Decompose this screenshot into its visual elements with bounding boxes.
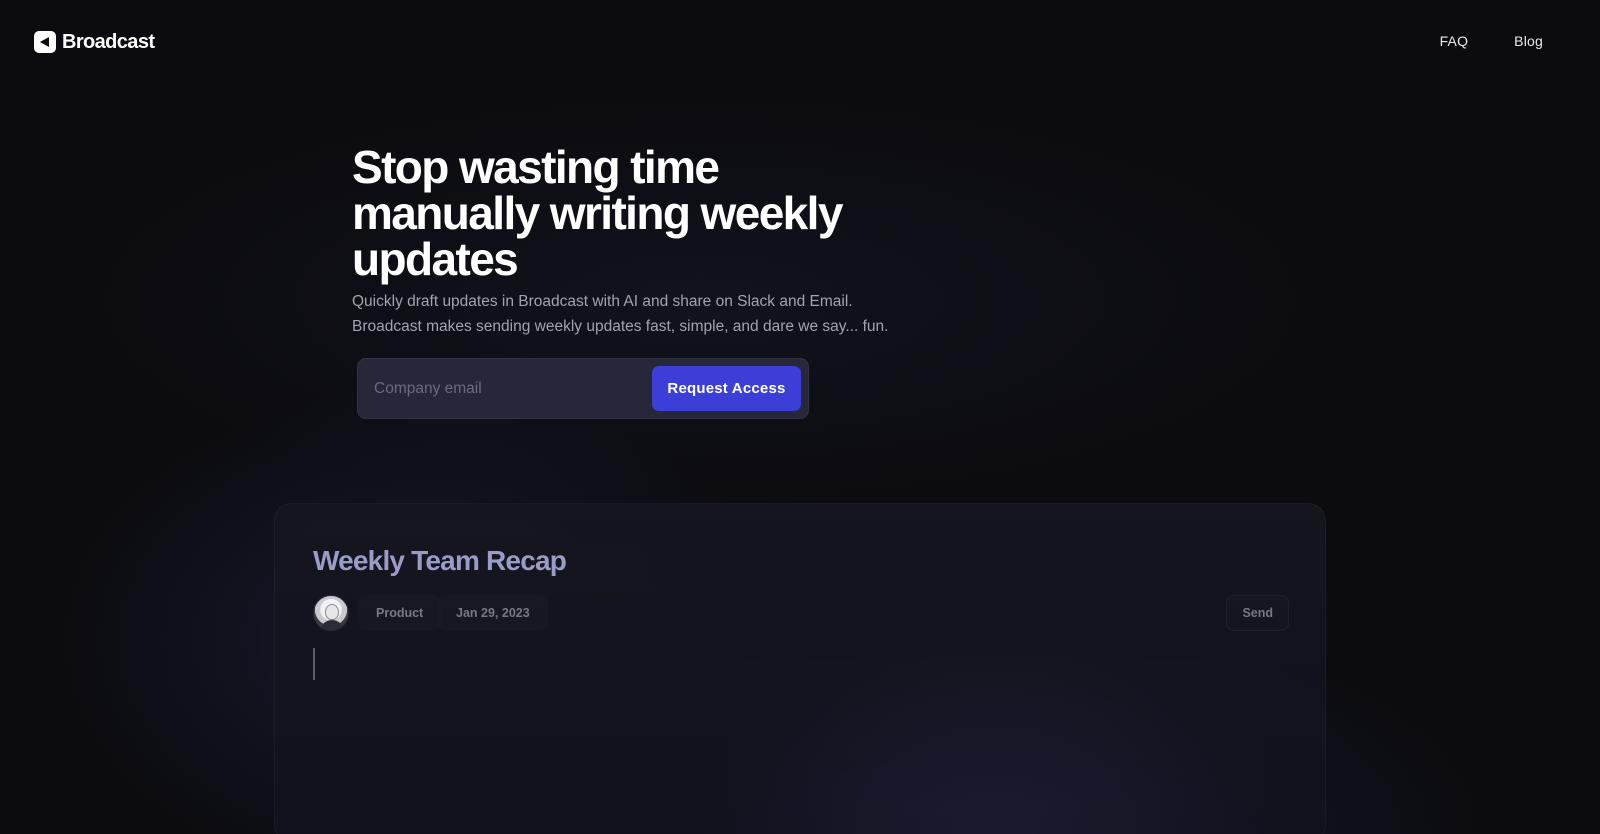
site-header: Broadcast FAQ Blog <box>0 0 1600 84</box>
user-avatar <box>313 595 349 631</box>
request-access-form: Request Access <box>357 358 809 419</box>
hero-subtitle: Quickly draft updates in Broadcast with … <box>352 290 952 339</box>
hero-title: Stop wasting time manually writing weekl… <box>352 141 843 285</box>
text-cursor <box>313 648 315 680</box>
top-nav: FAQ Blog <box>1440 33 1543 49</box>
send-button[interactable]: Send <box>1226 595 1289 631</box>
avatar-body <box>320 620 344 630</box>
avatar-face <box>325 604 339 620</box>
hero-subtitle-line-1: Quickly draft updates in Broadcast with … <box>352 293 853 310</box>
date-chip[interactable]: Jan 29, 2023 <box>438 595 548 631</box>
product-preview-card: Weekly Team Recap Product Jan 29, 2023 S… <box>274 503 1326 834</box>
company-email-input[interactable] <box>360 361 650 416</box>
hero-subtitle-line-2: Broadcast makes sending weekly updates f… <box>352 317 889 335</box>
tag-chip-product[interactable]: Product <box>358 595 441 631</box>
brand-logo[interactable]: Broadcast <box>34 30 155 54</box>
update-meta-row: Product Jan 29, 2023 Send <box>313 595 1289 631</box>
update-title: Weekly Team Recap <box>313 545 567 576</box>
nav-link-faq[interactable]: FAQ <box>1440 33 1469 49</box>
broadcast-logo-icon <box>34 31 56 53</box>
request-access-button[interactable]: Request Access <box>652 366 801 411</box>
brand-name: Broadcast <box>62 30 155 53</box>
nav-link-blog[interactable]: Blog <box>1514 33 1543 49</box>
